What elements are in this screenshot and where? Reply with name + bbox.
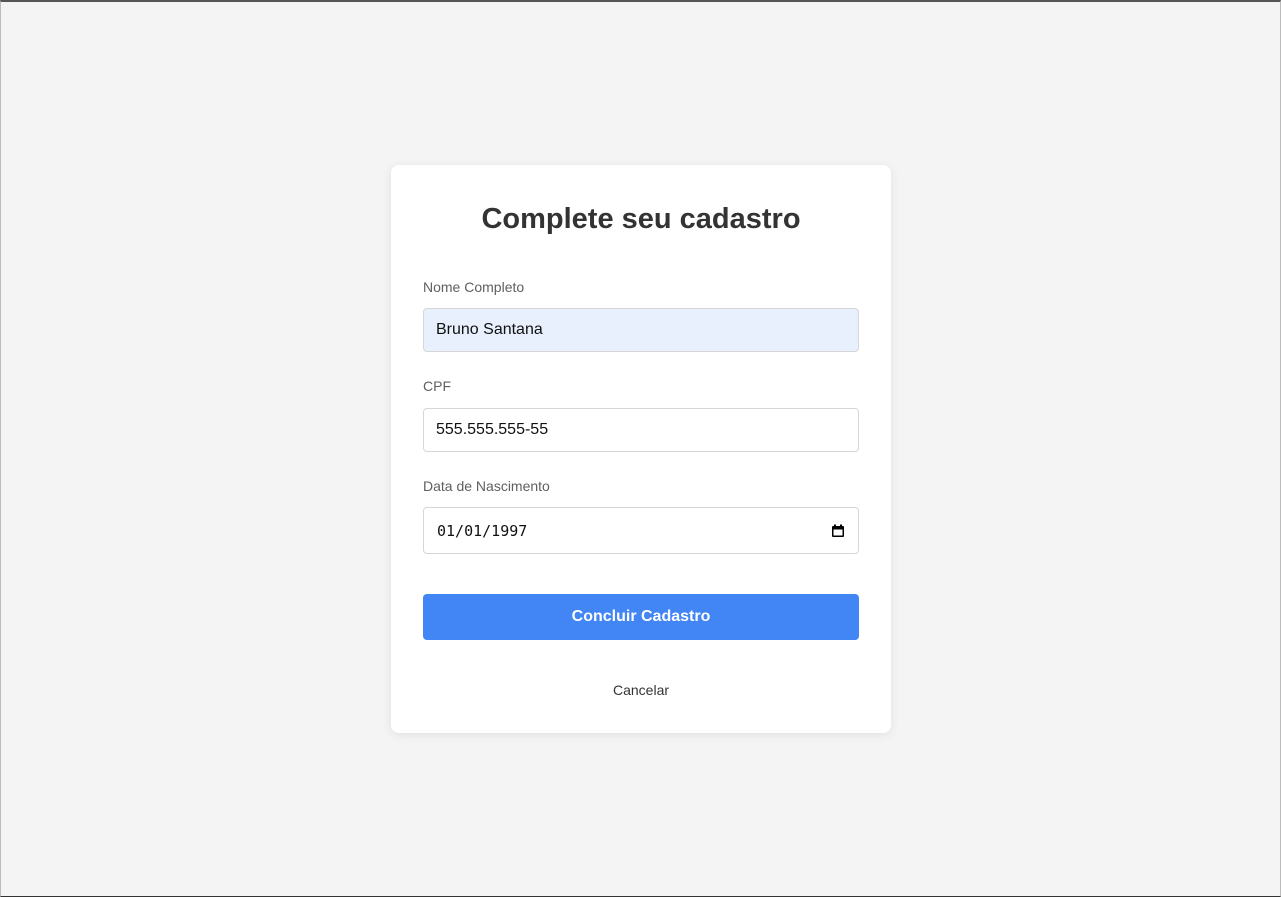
cpf-input[interactable] (423, 408, 859, 452)
submit-button[interactable]: Concluir Cadastro (423, 594, 859, 640)
cancel-link[interactable]: Cancelar (391, 682, 891, 698)
name-label: Nome Completo (423, 279, 525, 295)
calendar-icon[interactable] (831, 524, 845, 538)
birthdate-label: Data de Nascimento (423, 478, 550, 494)
registration-card: Complete seu cadastro Nome Completo CPF … (391, 165, 891, 733)
form-title: Complete seu cadastro (481, 203, 801, 235)
cpf-label: CPF (423, 378, 451, 394)
birthdate-input[interactable]: 01/01/1997 (423, 507, 859, 554)
full-name-input[interactable] (423, 308, 859, 352)
birthdate-value[interactable]: 01/01/1997 (437, 522, 831, 540)
